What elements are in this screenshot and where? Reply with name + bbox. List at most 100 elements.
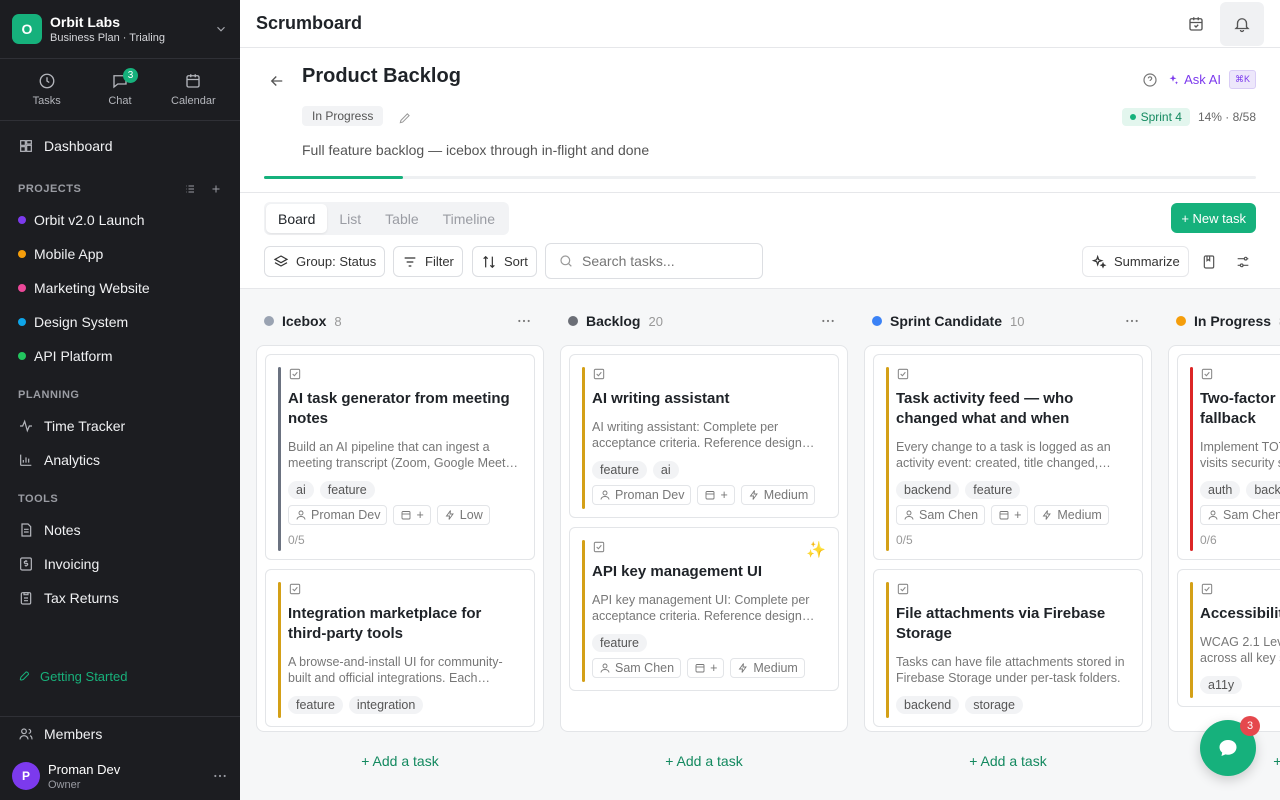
task-tags: feature ai	[592, 461, 824, 479]
add-task-button[interactable]: + Add a task	[256, 753, 544, 769]
header-actions: Ask AI ⌘K	[1142, 70, 1256, 89]
nav-dashboard-label: Dashboard	[44, 138, 113, 154]
tag[interactable]: feature	[319, 481, 375, 499]
sidebar: O Orbit Labs Business Plan · Trialing Ta…	[0, 0, 240, 800]
add-project-icon[interactable]	[210, 183, 222, 195]
tag[interactable]: backend	[896, 696, 960, 714]
search-field[interactable]	[545, 243, 763, 279]
search-input[interactable]	[582, 253, 742, 269]
tag[interactable]: feature	[288, 696, 343, 714]
priority-bar	[582, 540, 585, 682]
task-card[interactable]: AI writing assistant AI writing assistan…	[569, 354, 839, 518]
add-task-button[interactable]: + Add a task	[864, 753, 1152, 769]
nav-tax-returns[interactable]: Tax Returns	[0, 581, 240, 615]
pencil-icon[interactable]	[398, 111, 412, 125]
project-item[interactable]: Mobile App	[0, 237, 240, 271]
tag[interactable]: backend	[1246, 481, 1280, 499]
column-dot	[568, 316, 578, 326]
tag[interactable]: ai	[652, 461, 679, 479]
more-icon[interactable]	[1124, 313, 1140, 329]
calendar-button[interactable]	[1176, 4, 1216, 44]
assignee-pill[interactable]: Proman Dev	[592, 485, 692, 505]
project-item[interactable]: Design System	[0, 305, 240, 339]
task-card[interactable]: ✨ API key management UI API key managemen…	[569, 527, 839, 691]
filter-button[interactable]: Filter	[393, 246, 463, 277]
tab-timeline[interactable]: Timeline	[431, 204, 507, 233]
tag[interactable]: storage	[965, 696, 1023, 714]
task-card[interactable]: Accessibility audit with axe-core WCAG 2…	[1177, 569, 1280, 707]
add-task-button[interactable]: + Add a task	[560, 753, 848, 769]
assignee-pill[interactable]: Sam Chen	[1200, 505, 1280, 525]
project-item[interactable]: API Platform	[0, 339, 240, 373]
tag[interactable]: ai	[288, 481, 314, 499]
bookmark-button[interactable]	[1196, 246, 1222, 277]
due-date-pill[interactable]: +	[991, 505, 1029, 525]
nav-time-tracker[interactable]: Time Tracker	[0, 409, 240, 443]
tag[interactable]: feature	[592, 634, 647, 652]
due-date-pill[interactable]: +	[697, 485, 735, 505]
workspace-switcher[interactable]: O Orbit Labs Business Plan · Trialing	[0, 0, 240, 59]
column-header: Icebox 8	[264, 309, 536, 333]
tag[interactable]: integration	[348, 696, 424, 714]
tag[interactable]: a11y	[1200, 676, 1243, 694]
list-icon[interactable]	[184, 183, 196, 195]
tag[interactable]: feature	[965, 481, 1021, 499]
board-column: Icebox 8 AI task generator from meeting …	[256, 289, 544, 800]
notifications-button[interactable]	[1220, 1, 1264, 46]
tag[interactable]: auth	[1200, 481, 1241, 499]
quick-tasks-label: Tasks	[32, 95, 61, 107]
task-description: Tasks can have file attachments stored i…	[896, 655, 1125, 685]
back-arrow-icon[interactable]	[268, 72, 286, 90]
assignee-pill[interactable]: Sam Chen	[896, 505, 986, 525]
summarize-button[interactable]: Summarize	[1082, 246, 1189, 277]
project-item[interactable]: Orbit v2.0 Launch	[0, 203, 240, 237]
status-badge[interactable]: In Progress	[302, 106, 384, 126]
assignee-pill[interactable]: Sam Chen	[592, 658, 682, 678]
help-icon[interactable]	[1142, 72, 1158, 88]
priority-pill[interactable]: Medium	[1034, 505, 1109, 525]
task-card[interactable]: Two-factor authentication + SMS fallback…	[1177, 354, 1280, 560]
task-check-icon	[1200, 367, 1280, 381]
nav-members[interactable]: Members	[0, 717, 240, 751]
tag[interactable]: backend	[896, 481, 960, 499]
tag[interactable]: feature	[592, 461, 647, 479]
sort-button[interactable]: Sort	[472, 246, 537, 277]
nav-invoicing[interactable]: Invoicing	[0, 547, 240, 581]
board-toolbar: Board List Table Timeline + New task Gro…	[240, 193, 1280, 289]
priority-pill[interactable]: Medium	[730, 658, 805, 678]
due-date-pill[interactable]: +	[393, 505, 431, 525]
tab-table[interactable]: Table	[373, 204, 430, 233]
quick-calendar[interactable]: Calendar	[157, 59, 230, 120]
more-icon[interactable]	[820, 313, 836, 329]
nav-dashboard[interactable]: Dashboard	[0, 129, 240, 163]
project-item[interactable]: Marketing Website	[0, 271, 240, 305]
nav-analytics[interactable]: Analytics	[0, 443, 240, 477]
task-card[interactable]: File attachments via Firebase Storage Ta…	[873, 569, 1143, 727]
priority-pill[interactable]: Medium	[740, 485, 816, 505]
sliders-icon	[1235, 254, 1251, 270]
task-card[interactable]: Integration marketplace for third-party …	[265, 569, 535, 727]
priority-pill[interactable]: Low	[436, 505, 490, 525]
getting-started-link[interactable]: Getting Started	[0, 662, 240, 690]
tab-list[interactable]: List	[327, 204, 373, 233]
nav-tax-returns-label: Tax Returns	[44, 590, 119, 606]
quick-chat[interactable]: 3 Chat	[83, 59, 156, 120]
priority-bar	[1190, 367, 1193, 551]
settings-button[interactable]	[1230, 246, 1256, 277]
assignee-pill[interactable]: Proman Dev	[288, 505, 388, 525]
new-task-button[interactable]: + New task	[1171, 203, 1256, 233]
more-icon[interactable]	[516, 313, 532, 329]
quick-tasks[interactable]: Tasks	[10, 59, 83, 120]
tab-board[interactable]: Board	[266, 204, 328, 233]
chat-fab[interactable]: 3	[1200, 716, 1260, 776]
group-button[interactable]: Group: Status	[264, 246, 386, 277]
priority-value: Medium	[763, 488, 809, 502]
ask-ai-button[interactable]: Ask AI	[1166, 72, 1221, 87]
due-date-pill[interactable]: +	[687, 658, 725, 678]
more-icon[interactable]	[212, 768, 228, 784]
nav-notes[interactable]: Notes	[0, 513, 240, 547]
sprint-badge[interactable]: Sprint 4	[1121, 108, 1190, 126]
user-profile[interactable]: P Proman Dev Owner	[0, 752, 240, 800]
task-card[interactable]: AI task generator from meeting notes Bui…	[265, 354, 535, 560]
task-card[interactable]: Task activity feed — who changed what an…	[873, 354, 1143, 560]
